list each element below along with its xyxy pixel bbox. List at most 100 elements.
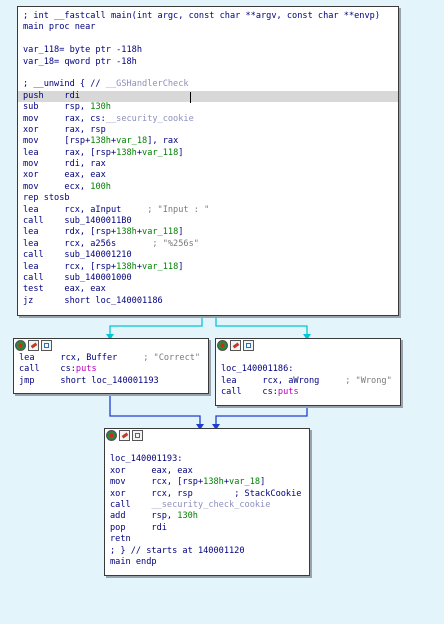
asm-line[interactable]: lea rdx, [rsp+138h+var_118] (18, 227, 398, 238)
asm-token: 130h (177, 511, 198, 522)
asm-line[interactable]: mov rax, cs:__security_cookie (18, 114, 398, 125)
edge-wrong-to-end (215, 405, 308, 426)
edit-node-icon[interactable] (28, 340, 39, 351)
asm-line[interactable]: jmp short loc_140001193 (14, 376, 208, 387)
asm-line[interactable]: call cs:puts (14, 364, 208, 375)
color-node-icon[interactable] (15, 340, 26, 351)
edit-node-icon[interactable] (119, 430, 130, 441)
asm-token: call cs: (221, 387, 278, 398)
graph-node-icon[interactable] (243, 340, 254, 351)
asm-token: ] (260, 477, 266, 488)
asm-line[interactable]: main endp (105, 557, 309, 568)
graph-node-icon[interactable] (132, 430, 143, 441)
asm-line[interactable]: retn (105, 534, 309, 545)
asm-line[interactable]: pop rdi (105, 523, 309, 534)
color-node-icon[interactable] (106, 430, 117, 441)
asm-token: lea rcx, aWrong (221, 375, 346, 386)
asm-token: mov rdi, rax (23, 159, 106, 170)
asm-token: ; "Input : " (147, 204, 210, 215)
asm-line[interactable] (216, 353, 400, 364)
asm-line[interactable]: mov ecx, 100h (18, 182, 398, 193)
asm-line[interactable]: lea rcx, aWrong ; "Wrong" (216, 376, 400, 387)
code-lines: ; int __fastcall main(int argc, const ch… (18, 11, 398, 307)
asm-line[interactable]: mov rcx, [rsp+138h+var_18] (105, 477, 309, 488)
asm-token: lea rax, [rsp+ (23, 147, 117, 158)
asm-line[interactable]: lea rcx, a256s ; "%256s" (18, 239, 398, 250)
asm-token: call sub_1400011B0 (23, 216, 132, 227)
asm-line[interactable]: add rsp, 130h (105, 511, 309, 522)
asm-line[interactable]: xor rcx, rsp ; StackCookie (105, 489, 309, 500)
code-block-correct[interactable]: lea rcx, Buffer ; "Correct" call cs:puts j… (13, 338, 209, 394)
asm-line[interactable]: push rdi (18, 90, 398, 103)
asm-line[interactable]: ; int __fastcall main(int argc, const ch… (18, 11, 398, 22)
asm-token: ; } // starts at 140001120 (110, 545, 245, 556)
asm-line[interactable]: call sub_140001000 (18, 273, 398, 284)
asm-line[interactable]: loc_140001186: (216, 364, 400, 375)
asm-token: lea rdx, [rsp+ (23, 227, 117, 238)
asm-line[interactable]: lea rcx, [rsp+138h+var_118] (18, 262, 398, 273)
asm-token: ] (178, 261, 184, 272)
asm-line[interactable]: rep stosb (18, 193, 398, 204)
asm-line[interactable]: mov [rsp+138h+var_18], rax (18, 136, 398, 147)
asm-token: retn (110, 534, 131, 545)
code-block-wrong[interactable]: loc_140001186: lea rcx, aWrong ; "Wrong" c… (215, 338, 401, 406)
asm-token: ; StackCookie (234, 488, 302, 499)
asm-token: main endp (110, 556, 157, 567)
code-block-main[interactable]: ; int __fastcall main(int argc, const ch… (17, 6, 399, 316)
asm-token: pop rdi (110, 522, 167, 533)
asm-line[interactable]: xor rax, rsp (18, 125, 398, 136)
asm-line[interactable]: call cs:puts (216, 387, 400, 398)
asm-token: var_18= qword ptr -18h (23, 56, 137, 67)
asm-line[interactable]: lea rcx, Buffer ; "Correct" (14, 353, 208, 364)
asm-line[interactable]: loc_140001193: (105, 454, 309, 465)
asm-token: __security_cookie (105, 113, 194, 124)
asm-token: __GSHandlerCheck (105, 79, 189, 90)
asm-token: puts (277, 387, 299, 398)
edit-node-icon[interactable] (230, 340, 241, 351)
asm-line[interactable]: xor eax, eax (105, 466, 309, 477)
asm-line[interactable]: var_118= byte ptr -118h (18, 45, 398, 56)
node-toolbar (14, 339, 208, 353)
asm-token: ; "Wrong" (345, 375, 392, 386)
asm-token: loc_140001193: (110, 454, 183, 465)
asm-token: __security_check_cookie (151, 499, 271, 510)
node-toolbar (105, 429, 309, 443)
asm-token: mov rcx, [rsp+ (110, 477, 204, 488)
asm-line[interactable]: var_18= qword ptr -18h (18, 57, 398, 68)
color-node-icon[interactable] (217, 340, 228, 351)
asm-token: lea rcx, a256s (23, 238, 153, 249)
asm-line[interactable]: ; } // starts at 140001120 (105, 546, 309, 557)
asm-token: jz short loc_140001186 (23, 295, 163, 306)
text-cursor (190, 92, 191, 103)
asm-line[interactable]: call __security_check_cookie (105, 500, 309, 511)
asm-line[interactable]: call sub_140001210 (18, 250, 398, 261)
asm-token: var_18 (229, 477, 261, 488)
asm-line[interactable]: mov rdi, rax (18, 159, 398, 170)
asm-token: 138h (203, 477, 224, 488)
asm-token: call sub_140001210 (23, 250, 132, 261)
asm-line[interactable] (18, 68, 398, 79)
asm-token: 130h (90, 102, 111, 113)
edge-correct-to-end (109, 394, 201, 426)
asm-line[interactable] (105, 443, 309, 454)
asm-line[interactable]: call sub_1400011B0 (18, 216, 398, 227)
asm-token: ; "%256s" (152, 238, 199, 249)
asm-token: ], rax (147, 136, 179, 147)
node-toolbar (216, 339, 400, 353)
asm-token: lea rcx, [rsp+ (23, 261, 117, 272)
code-block-end[interactable]: loc_140001193: xor eax, eax mov rcx, [rsp+… (104, 428, 310, 576)
asm-token: 100h (90, 181, 111, 192)
graph-node-icon[interactable] (41, 340, 52, 351)
asm-line[interactable]: ; __unwind { // __GSHandlerCheck (18, 79, 398, 90)
asm-token: ] (178, 227, 184, 238)
asm-line[interactable]: lea rax, [rsp+138h+var_118] (18, 148, 398, 159)
asm-line[interactable]: xor eax, eax (18, 170, 398, 181)
asm-line[interactable]: jz short loc_140001186 (18, 296, 398, 307)
asm-line[interactable] (18, 34, 398, 45)
asm-token: xor eax, eax (110, 465, 193, 476)
asm-line[interactable]: test eax, eax (18, 284, 398, 295)
asm-line[interactable]: main proc near (18, 22, 398, 33)
asm-line[interactable]: lea rcx, aInput ; "Input : " (18, 205, 398, 216)
asm-line[interactable]: sub rsp, 130h (18, 102, 398, 113)
asm-token: mov ecx, (23, 181, 91, 192)
